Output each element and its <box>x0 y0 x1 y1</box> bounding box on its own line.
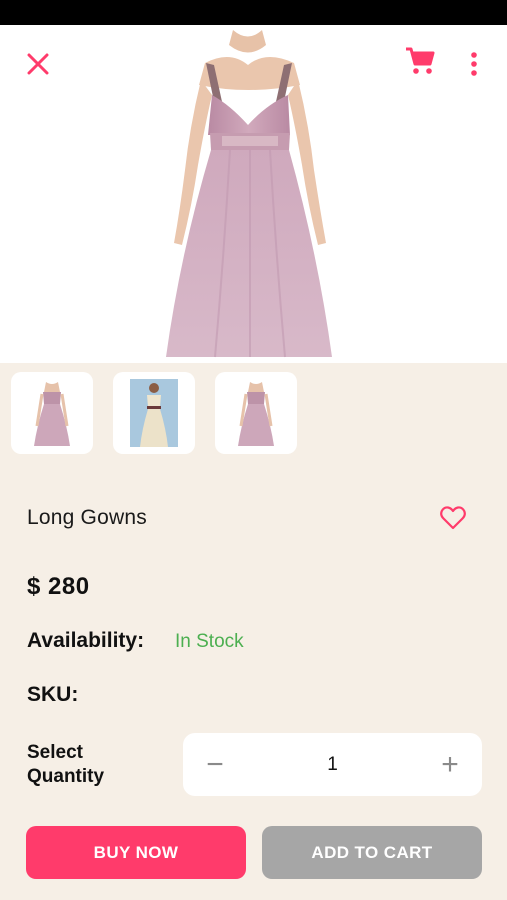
quantity-value: 1 <box>327 753 338 775</box>
cart-button[interactable] <box>402 44 438 78</box>
cart-icon <box>406 47 435 74</box>
dress-thumb-icon <box>238 382 274 446</box>
product-price: $ 280 <box>27 573 90 600</box>
thumbnail-1[interactable] <box>11 372 93 454</box>
dress-thumb-icon <box>34 382 70 446</box>
favorite-button[interactable] <box>436 502 470 534</box>
more-vertical-icon <box>471 52 477 76</box>
sku-label: SKU: <box>27 683 79 706</box>
product-title: Long Gowns <box>27 506 147 529</box>
more-options-button[interactable] <box>462 48 486 80</box>
buy-now-button[interactable]: BUY NOW <box>26 826 246 879</box>
dress-thumb-icon <box>130 379 178 447</box>
add-to-cart-button[interactable]: ADD TO CART <box>262 826 482 879</box>
thumbnail-gallery <box>11 372 297 454</box>
availability-label: Availability: <box>27 629 145 652</box>
thumbnail-2[interactable] <box>113 372 195 454</box>
status-bar <box>0 0 507 25</box>
quantity-label: Select Quantity <box>27 742 105 787</box>
thumbnail-3[interactable] <box>215 372 297 454</box>
heart-outline-icon <box>440 506 466 530</box>
increase-quantity-button[interactable]: + <box>418 733 482 796</box>
availability-status: In Stock <box>175 631 244 652</box>
close-button[interactable] <box>22 48 54 80</box>
decrease-quantity-button[interactable]: − <box>183 733 247 796</box>
quantity-stepper: − 1 + <box>183 733 482 796</box>
close-icon <box>27 53 49 75</box>
